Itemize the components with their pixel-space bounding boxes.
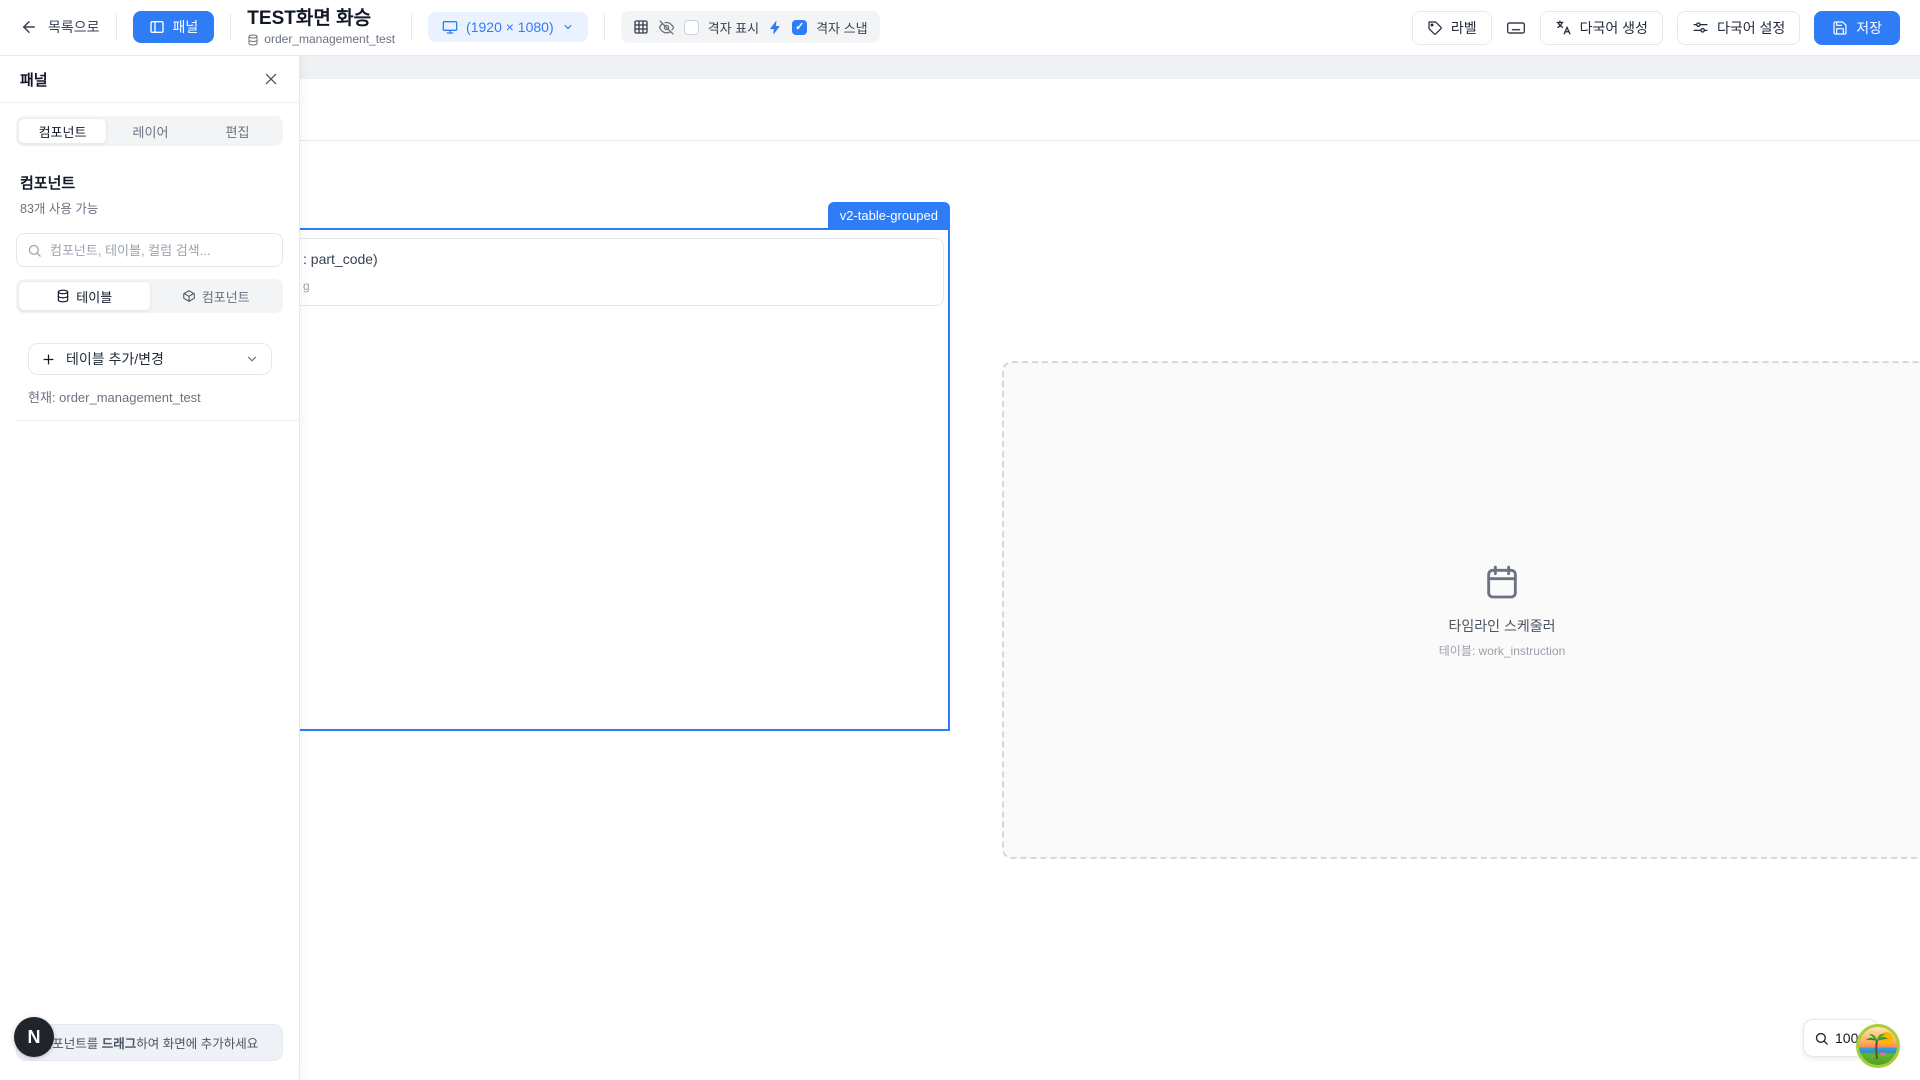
screen-size-dropdown[interactable]: (1920 × 1080): [428, 12, 588, 42]
plus-icon: [41, 352, 56, 367]
floppy-icon: [1832, 20, 1848, 36]
sliders-icon: [1692, 19, 1709, 36]
zoom-level-value: 100: [1835, 1030, 1858, 1046]
lightning-icon: [768, 20, 783, 35]
cube-icon: [182, 289, 196, 303]
sidebar-panel-icon: [149, 19, 165, 35]
label-button-text: 라벨: [1451, 18, 1477, 38]
translate-icon: [1555, 19, 1572, 36]
grid-icon: [633, 19, 649, 35]
grid-show-label: 격자 표시: [708, 18, 759, 37]
timeline-scheduler-placeholder[interactable]: 타임라인 스케줄러 테이블: work_instruction: [1002, 361, 1920, 859]
view-toggle-components[interactable]: 컴포넌트: [151, 281, 282, 311]
panel-close-button[interactable]: [263, 71, 279, 87]
panel-button-label: 패널: [173, 17, 199, 37]
i18n-generate-button[interactable]: 다국어 생성: [1540, 11, 1663, 45]
page-title: TEST화면 화승: [247, 8, 395, 30]
screen-title-block: TEST화면 화승 order_management_test: [247, 8, 395, 47]
panel-title: 패널: [20, 69, 48, 90]
placeholder-table-name: 테이블: work_instruction: [1439, 642, 1566, 659]
n-badge[interactable]: N: [14, 1017, 54, 1057]
view-toggle-tables-label: 테이블: [76, 287, 112, 306]
keyboard-icon: [1506, 18, 1526, 38]
component-type-badge: v2-table-grouped: [828, 202, 950, 228]
drag-hint: 컴포넌트를 드래그하여 화면에 추가하세요: [16, 1024, 283, 1061]
view-toggle: 테이블 컴포넌트: [16, 279, 283, 313]
components-panel: 패널 컴포넌트 레이어 편집 컴포넌트 83개 사용 가능 테이블: [0, 56, 300, 1080]
current-table-label: 현재: order_management_test: [28, 387, 271, 406]
back-to-list-button[interactable]: 목록으로: [20, 17, 100, 37]
view-toggle-components-label: 컴포넌트: [202, 287, 250, 306]
i18n-settings-text: 다국어 설정: [1717, 18, 1785, 38]
placeholder-title: 타임라인 스케줄러: [1449, 616, 1556, 636]
divider: [16, 420, 299, 421]
panel-tab-bar: 컴포넌트 레이어 편집: [16, 116, 283, 146]
bound-table-name: order_management_test: [264, 33, 395, 47]
drag-hint-text: 컴포넌트를 드래그하여 화면에 추가하세요: [41, 1033, 258, 1052]
i18n-settings-button[interactable]: 다국어 설정: [1677, 11, 1800, 45]
grid-show-checkbox[interactable]: [684, 20, 699, 35]
top-toolbar: 목록으로 패널 TEST화면 화승 order_management_test: [0, 0, 1920, 56]
component-header-subtext: g: [303, 279, 310, 293]
search-icon: [27, 243, 42, 258]
label-button[interactable]: 라벨: [1412, 11, 1492, 45]
palm-tree-shape: [1864, 1031, 1890, 1061]
divider: [411, 14, 412, 40]
component-search-box: [16, 233, 283, 267]
divider: [604, 14, 605, 40]
divider: [116, 14, 117, 40]
component-header-text: : part_code): [303, 251, 378, 267]
tag-icon: [1427, 20, 1443, 36]
components-section-title: 컴포넌트: [20, 172, 279, 193]
arrow-left-icon: [20, 18, 38, 36]
database-icon: [56, 289, 70, 303]
divider: [0, 102, 299, 103]
eye-off-icon[interactable]: [658, 19, 675, 36]
i18n-generate-text: 다국어 생성: [1580, 18, 1648, 38]
calendar-icon: [1482, 562, 1522, 602]
grid-snap-label: 격자 스냅: [816, 18, 867, 37]
view-toggle-tables[interactable]: 테이블: [18, 281, 151, 311]
add-change-table-label: 테이블 추가/변경: [66, 349, 164, 369]
keyboard-shortcuts-button[interactable]: [1506, 18, 1526, 38]
back-label: 목록으로: [48, 17, 100, 37]
chevron-down-icon: [562, 21, 574, 33]
tab-components[interactable]: 컴포넌트: [18, 118, 107, 144]
tab-layers[interactable]: 레이어: [107, 118, 194, 144]
database-icon: [247, 34, 259, 46]
grid-snap-checkbox[interactable]: [792, 20, 807, 35]
components-available-count: 83개 사용 가능: [20, 198, 279, 217]
chevron-down-icon: [245, 352, 259, 366]
monitor-icon: [442, 19, 458, 35]
component-search-input[interactable]: [50, 243, 272, 258]
save-button-text: 저장: [1856, 18, 1882, 38]
close-icon: [263, 71, 279, 87]
grid-options-group: 격자 표시 격자 스냅: [621, 11, 880, 43]
divider: [230, 14, 231, 40]
save-button[interactable]: 저장: [1814, 11, 1900, 45]
add-change-table-button[interactable]: 테이블 추가/변경: [28, 343, 272, 375]
island-overlay-icon[interactable]: [1856, 1024, 1900, 1068]
magnifier-icon: [1814, 1031, 1829, 1046]
tab-edit[interactable]: 편집: [194, 118, 281, 144]
screen-size-value: (1920 × 1080): [466, 19, 554, 35]
panel-toggle-button[interactable]: 패널: [133, 11, 215, 43]
